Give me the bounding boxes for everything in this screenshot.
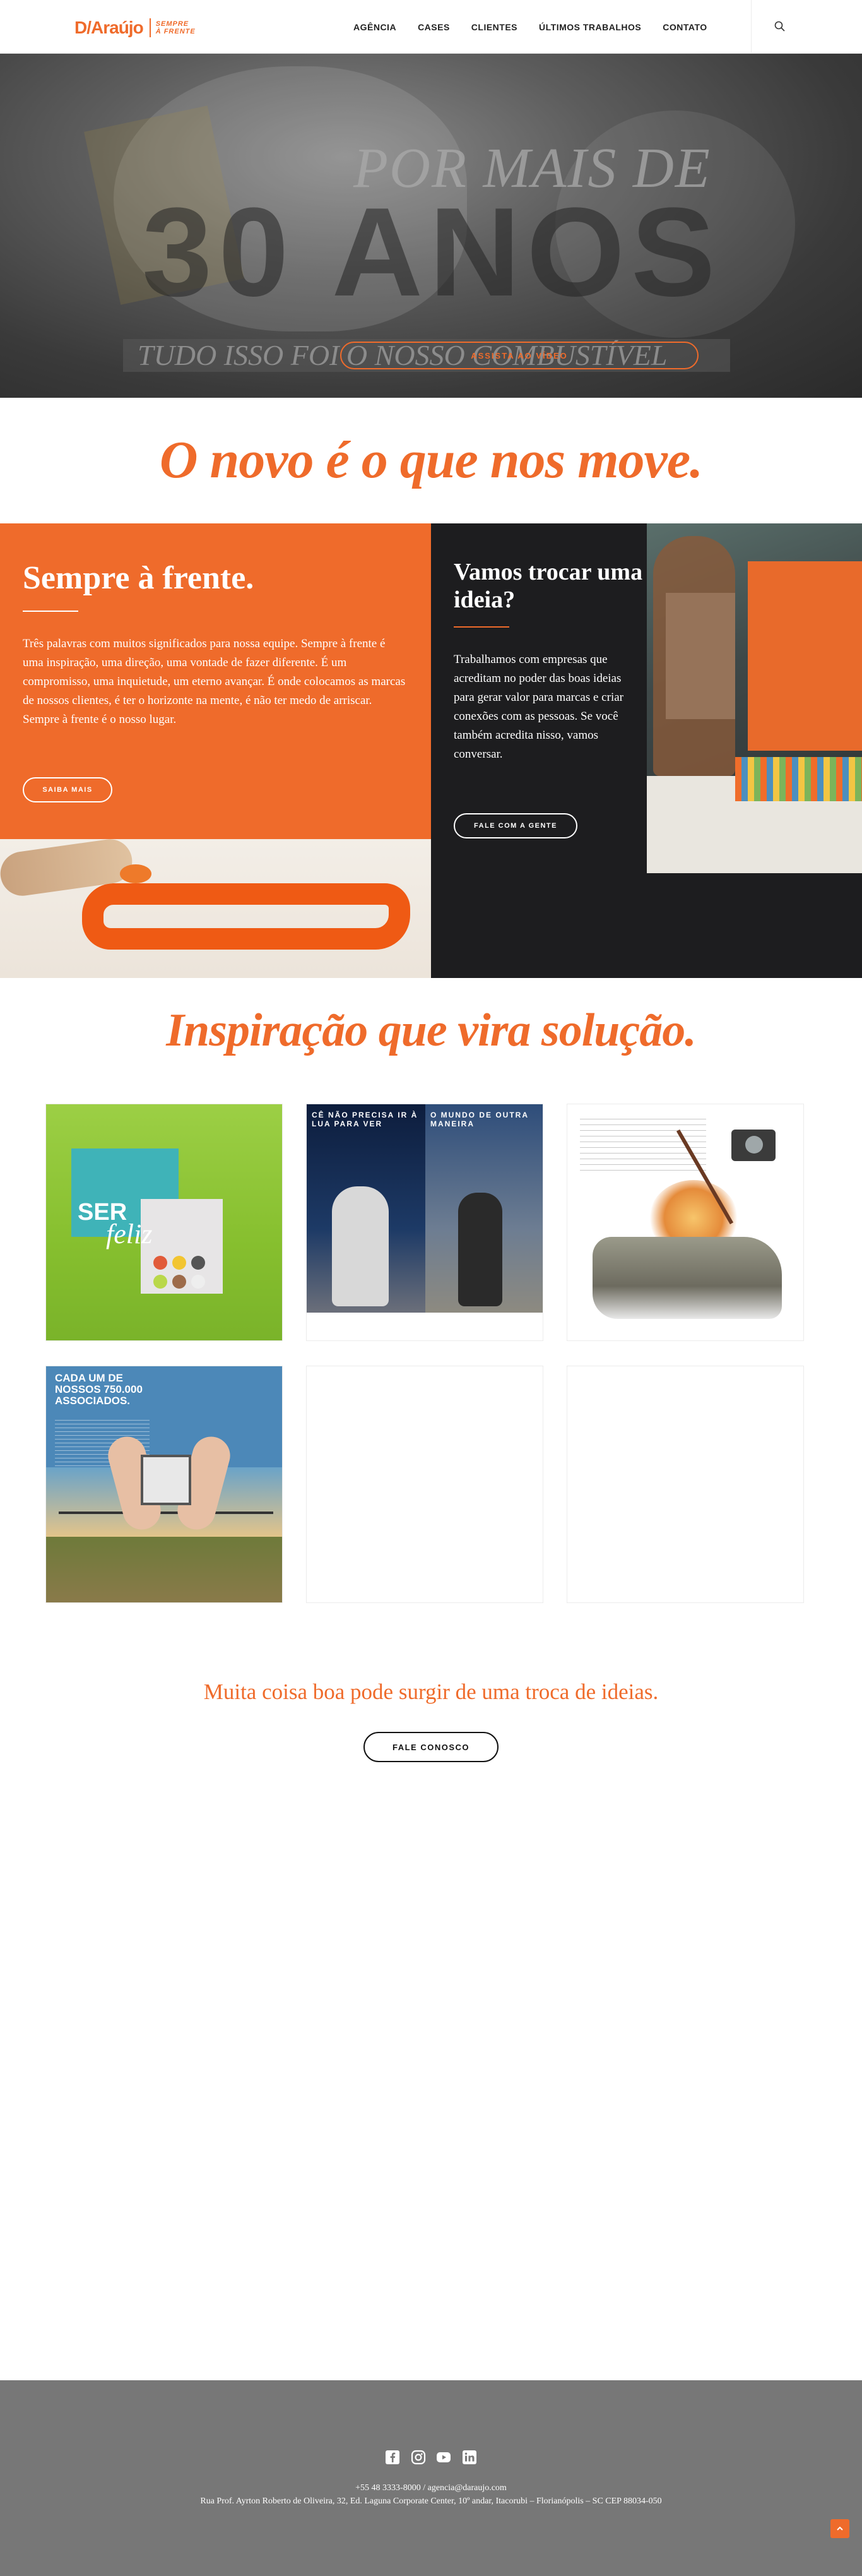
contact-divider (454, 626, 509, 628)
contact-us-label: FALE CONOSCO (392, 1742, 469, 1752)
card-ball (153, 1275, 167, 1289)
work-card[interactable]: CÊ NÃO PRECISA IR À LUA PARA VER O MUNDO… (306, 1104, 543, 1341)
card-ball (172, 1275, 186, 1289)
linkedin-icon[interactable] (462, 2450, 477, 2465)
talk-to-us-button[interactable]: FALE COM A GENTE (454, 813, 577, 838)
instagram-icon[interactable] (411, 2450, 426, 2465)
card-landscape (593, 1237, 782, 1319)
nav-item-contato[interactable]: CONTATO (663, 22, 707, 32)
contact-title: Vamos trocar uma ideia? (454, 559, 643, 613)
nav-item-clientes[interactable]: CLIENTES (471, 22, 517, 32)
nav-divider (751, 0, 752, 54)
work-card-empty[interactable] (306, 1366, 543, 1603)
contact-block: Vamos trocar uma ideia? Trabalhamos com … (431, 523, 862, 978)
youtube-icon[interactable] (436, 2450, 451, 2465)
paint-stroke (82, 883, 410, 950)
office-color-swatches (735, 757, 862, 801)
card-ball (191, 1275, 205, 1289)
card-hills (46, 1537, 282, 1602)
site-header: D/Araújo SEMPRE À FRENTE AGÊNCIA CASES C… (0, 0, 862, 54)
card-motorcyclist (458, 1193, 502, 1306)
card-ball (153, 1256, 167, 1270)
paint-brush-image (0, 839, 431, 978)
learn-more-label: SAIBA MAIS (42, 786, 93, 794)
about-divider (23, 611, 78, 612)
card-device (141, 1455, 191, 1505)
hero-headline-main: 30 ANOS (142, 182, 722, 323)
work-card[interactable]: SER feliz (45, 1104, 283, 1341)
about-text: Três palavras com muitos significados pa… (23, 637, 406, 726)
logo-divider (149, 18, 151, 37)
hero-banner: POR MAIS DE 30 ANOS TUDO ISSO FOI O NOSS… (0, 54, 862, 398)
nav-item-cases[interactable]: CASES (418, 22, 450, 32)
back-to-top-button[interactable] (830, 2519, 849, 2538)
main-nav: AGÊNCIA CASES CLIENTES ÚLTIMOS TRABALHOS… (353, 0, 729, 54)
search-icon[interactable] (774, 20, 786, 33)
brush-tip (120, 864, 151, 883)
card-footer (307, 1313, 543, 1340)
work-card[interactable] (567, 1104, 804, 1341)
logo[interactable]: D/Araújo SEMPRE À FRENTE (74, 17, 196, 39)
cta-text: Muita coisa boa pode surgir de uma troca… (203, 1679, 659, 1704)
works-title: Inspiração que vira solução. (166, 1005, 697, 1056)
work-card[interactable]: CADA UM DE NOSSOS 750.000 ASSOCIADOS. (45, 1366, 283, 1603)
slogan: O novo é o que nos move. (159, 431, 703, 489)
watch-video-button[interactable]: ASSISTA AO VÍDEO (340, 342, 699, 369)
about-title: Sempre à frente. (23, 560, 254, 596)
logo-tagline-line2: À FRENTE (155, 28, 196, 35)
card-ball (191, 1256, 205, 1270)
social-links (385, 2450, 477, 2466)
facebook-icon[interactable] (385, 2450, 400, 2465)
works-grid: SER feliz CÊ NÃO PRECISA IR À LUA PARA V… (45, 1104, 805, 1606)
site-footer: +55 48 3333-8000 / agencia@daraujo.com R… (0, 2380, 862, 2576)
card-headline-left: CÊ NÃO PRECISA IR À LUA PARA VER (312, 1111, 418, 1128)
nav-item-ultimos-trabalhos[interactable]: ÚLTIMOS TRABALHOS (539, 22, 641, 32)
card-headline-right: O MUNDO DE OUTRA MANEIRA (430, 1111, 529, 1128)
talk-to-us-label: FALE COM A GENTE (474, 822, 557, 830)
card-camera-lens (745, 1136, 763, 1154)
logo-wordmark: D/Araújo (74, 18, 144, 37)
chevron-up-icon (837, 2526, 843, 2531)
contact-us-button[interactable]: FALE CONOSCO (363, 1732, 499, 1762)
footer-address: Rua Prof. Ayrton Roberto de Oliveira, 32… (200, 2496, 662, 2506)
card-text-feliz: feliz (106, 1219, 153, 1249)
logo-tagline: SEMPRE À FRENTE (156, 20, 196, 35)
watch-video-label: ASSISTA AO VÍDEO (471, 350, 568, 361)
about-block: Sempre à frente. Três palavras com muito… (0, 523, 431, 839)
footer-contact: +55 48 3333-8000 / agencia@daraujo.com (355, 2483, 507, 2493)
card-astronaut (332, 1186, 389, 1306)
contact-text: Trabalhamos com empresas que acreditam n… (454, 653, 623, 761)
office-person (653, 536, 735, 776)
card-headline: CADA UM DE NOSSOS 750.000 ASSOCIADOS. (55, 1372, 143, 1407)
work-card-empty[interactable] (567, 1366, 804, 1603)
nav-item-agencia[interactable]: AGÊNCIA (353, 22, 396, 32)
office-orange-board (748, 561, 862, 751)
learn-more-button[interactable]: SAIBA MAIS (23, 777, 112, 802)
card-bridge (59, 1512, 273, 1514)
logo-tagline-line1: SEMPRE (155, 20, 189, 28)
card-ball (172, 1256, 186, 1270)
office-image (647, 523, 862, 873)
